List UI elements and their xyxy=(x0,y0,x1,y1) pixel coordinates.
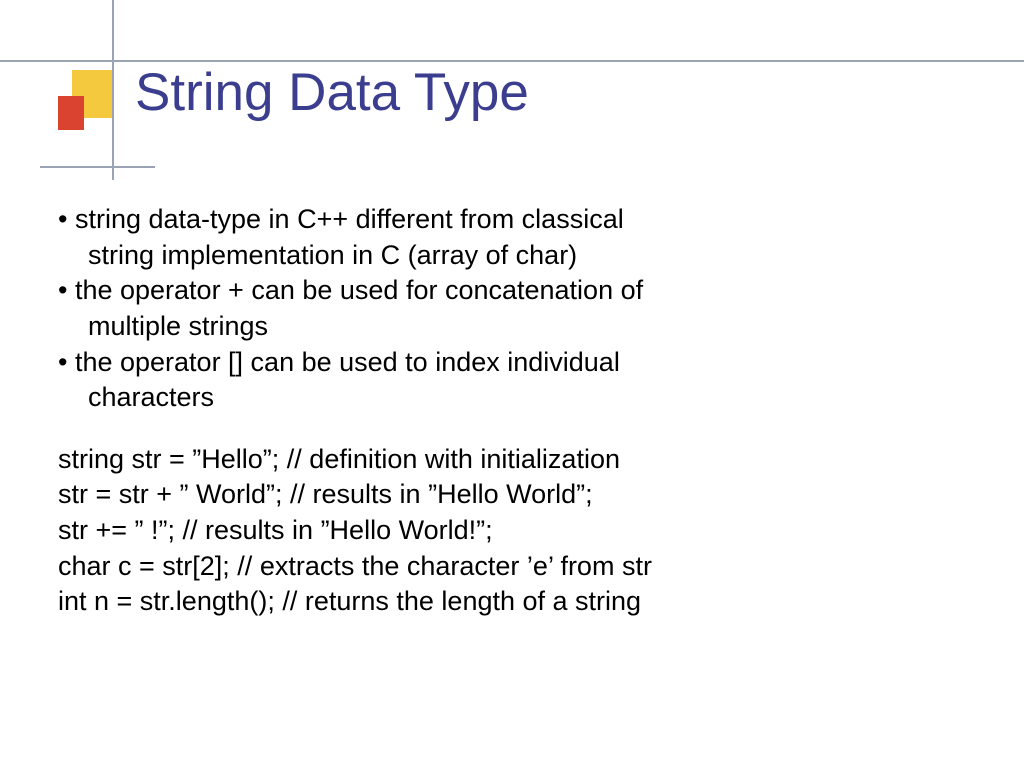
code-line-2: str = str + ” World”; // results in ”Hel… xyxy=(58,477,984,513)
code-line-1: string str = ”Hello”; // definition with… xyxy=(58,442,984,478)
slide-title: String Data Type xyxy=(135,62,529,123)
divider-vertical xyxy=(112,0,114,180)
bullet-3-line-1: • the operator [] can be used to index i… xyxy=(58,345,984,381)
divider-horizontal-short xyxy=(40,166,155,168)
bullet-list: • string data-type in C++ different from… xyxy=(58,202,984,416)
code-line-5: int n = str.length(); // returns the len… xyxy=(58,584,984,620)
slide-body: • string data-type in C++ different from… xyxy=(58,202,984,620)
code-line-3: str += ” !”; // results in ”Hello World!… xyxy=(58,513,984,549)
bullet-2-line-2: multiple strings xyxy=(58,309,984,345)
slide: String Data Type • string data-type in C… xyxy=(0,0,1024,768)
bullet-2-line-1: • the operator + can be used for concate… xyxy=(58,273,984,309)
bullet-1-line-1: • string data-type in C++ different from… xyxy=(58,202,984,238)
red-square-icon xyxy=(58,96,84,130)
bullet-1-line-2: string implementation in C (array of cha… xyxy=(58,238,984,274)
code-line-4: char c = str[2]; // extracts the charact… xyxy=(58,549,984,585)
bullet-3-line-2: characters xyxy=(58,380,984,416)
code-example: string str = ”Hello”; // definition with… xyxy=(58,442,984,620)
